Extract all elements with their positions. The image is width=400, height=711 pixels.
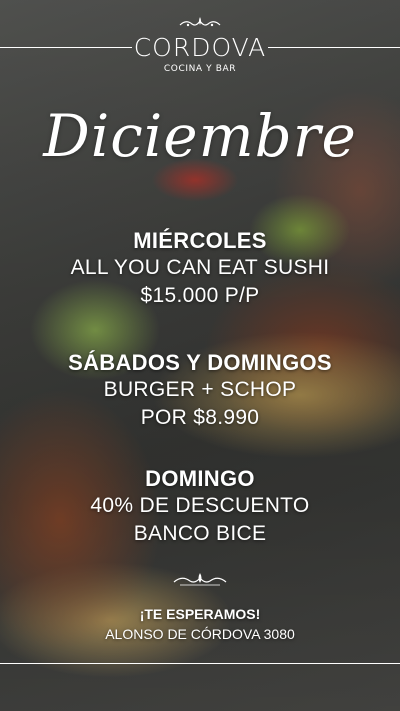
greeting-text: ¡TE ESPERAMOS! bbox=[139, 606, 261, 622]
promo-block-wednesday: MIÉRCOLES ALL YOU CAN EAT SUSHI $15.000 … bbox=[0, 228, 400, 310]
promo-line: BANCO BICE bbox=[133, 522, 267, 545]
promo-day: DOMINGO bbox=[145, 466, 255, 491]
brand-name: CORDOVA bbox=[133, 33, 267, 62]
promo-day: SÁBADOS Y DOMINGOS bbox=[68, 350, 332, 375]
divider-bottom bbox=[0, 663, 400, 664]
address-text: ALONSO DE CÓRDOVA 3080 bbox=[105, 626, 295, 642]
month-title: Diciembre bbox=[43, 102, 357, 170]
ornament-flourish-icon bbox=[0, 572, 400, 588]
footer-cta: ¡TE ESPERAMOS! ALONSO DE CÓRDOVA 3080 bbox=[0, 604, 400, 644]
promo-line: BURGER + SCHOP bbox=[103, 378, 297, 401]
promo-day: MIÉRCOLES bbox=[133, 228, 267, 253]
promo-block-sunday: DOMINGO 40% DE DESCUENTO BANCO BICE bbox=[0, 466, 400, 548]
promo-block-weekend: SÁBADOS Y DOMINGOS BURGER + SCHOP POR $8… bbox=[0, 350, 400, 432]
promo-poster: CORDOVA COCINA Y BAR Diciembre MIÉRCOLES… bbox=[0, 0, 400, 711]
promo-line: 40% DE DESCUENTO bbox=[90, 494, 310, 517]
brand-subtitle: COCINA Y BAR bbox=[163, 64, 237, 74]
promo-line: POR $8.990 bbox=[140, 406, 260, 429]
promo-line: ALL YOU CAN EAT SUSHI bbox=[70, 256, 330, 279]
promo-line: $15.000 P/P bbox=[140, 284, 260, 307]
ornament-top-icon bbox=[0, 16, 400, 30]
